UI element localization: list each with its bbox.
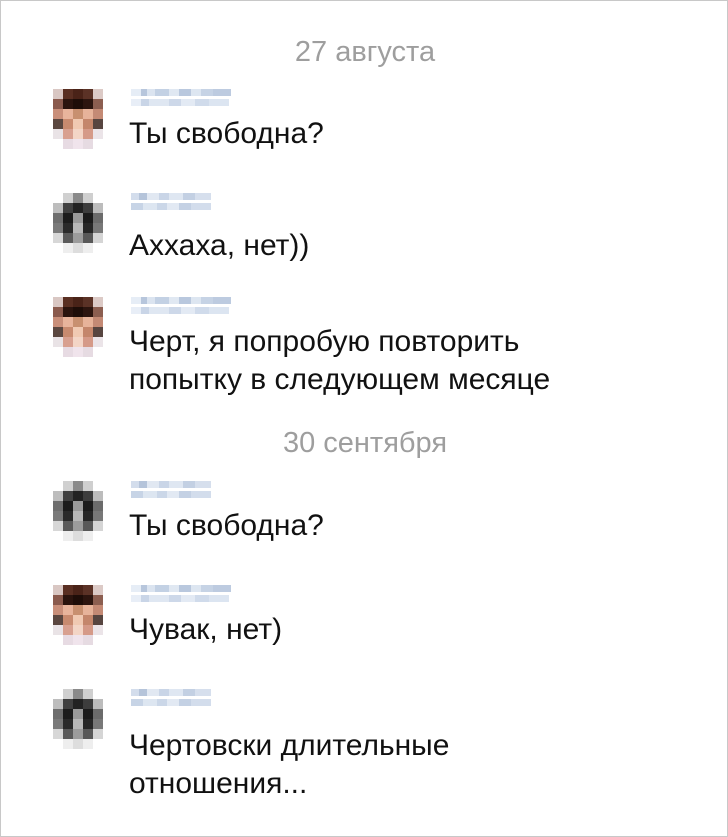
date-separator: 27 августа [294, 36, 436, 68]
message-text: Аххаха, нет)) [129, 229, 310, 262]
sender-name-blurred[interactable] [131, 297, 231, 314]
message-text: Ты свободна? [129, 509, 324, 542]
message-text: Чувак, нет) [129, 613, 283, 646]
avatar[interactable] [53, 297, 103, 357]
avatar[interactable] [53, 89, 103, 149]
message-text: Чертовски длительные отношения... [129, 729, 450, 800]
chat-frame: 27 августа Ты свободна? Аххаха, нет)) Че… [0, 0, 728, 837]
sender-name-blurred[interactable] [131, 193, 211, 210]
date-separator: 30 сентября [282, 427, 448, 459]
avatar[interactable] [53, 193, 103, 253]
avatar[interactable] [53, 481, 103, 541]
message-text: Черт, я попробую повторить попытку в сле… [129, 325, 551, 396]
avatar[interactable] [53, 585, 103, 645]
message-text: Ты свободна? [129, 117, 324, 150]
sender-name-blurred[interactable] [131, 481, 211, 498]
sender-name-blurred[interactable] [131, 585, 231, 602]
sender-name-blurred[interactable] [131, 89, 231, 106]
avatar[interactable] [53, 689, 103, 749]
sender-name-blurred[interactable] [131, 689, 211, 706]
